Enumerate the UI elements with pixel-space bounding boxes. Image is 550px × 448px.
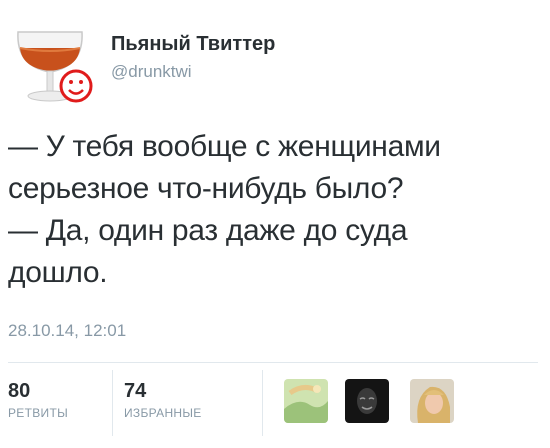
wine-glass-smiley-icon: [17, 31, 93, 103]
stat-divider: [262, 370, 263, 436]
retweets-stat[interactable]: 80 РЕТВИТЫ: [8, 380, 68, 420]
favoriter-avatar[interactable]: [345, 379, 389, 423]
retweets-label: РЕТВИТЫ: [8, 406, 69, 420]
divider: [8, 362, 538, 363]
tweet-text: — У тебя вообще с женщинами серьезное чт…: [8, 126, 548, 294]
favorites-count: 74: [124, 380, 147, 402]
stat-divider: [112, 370, 113, 436]
tweet-text-line: дошло.: [8, 256, 108, 289]
favoriter-avatar[interactable]: [410, 379, 454, 423]
favoriter-avatar[interactable]: [284, 379, 328, 423]
favorites-stat[interactable]: 74 ИЗБРАННЫЕ: [124, 380, 202, 420]
tweet-text-line: — У тебя вообще с женщинами: [8, 130, 441, 163]
author-handle[interactable]: @drunktwi: [111, 62, 192, 82]
landscape-avatar-icon: [284, 379, 328, 423]
retweets-count: 80: [8, 380, 31, 402]
author-avatar[interactable]: [6, 14, 102, 106]
tweet-text-line: серьезное что-нибудь было?: [8, 172, 404, 205]
author-name[interactable]: Пьяный Твиттер: [111, 33, 275, 56]
tweet-text-line: — Да, один раз даже до суда: [8, 214, 408, 247]
favorites-label: ИЗБРАННЫЕ: [124, 406, 202, 420]
tweet-timestamp[interactable]: 28.10.14, 12:01: [8, 321, 126, 341]
masked-person-avatar-icon: [345, 379, 389, 423]
blonde-person-avatar-icon: [410, 379, 454, 423]
